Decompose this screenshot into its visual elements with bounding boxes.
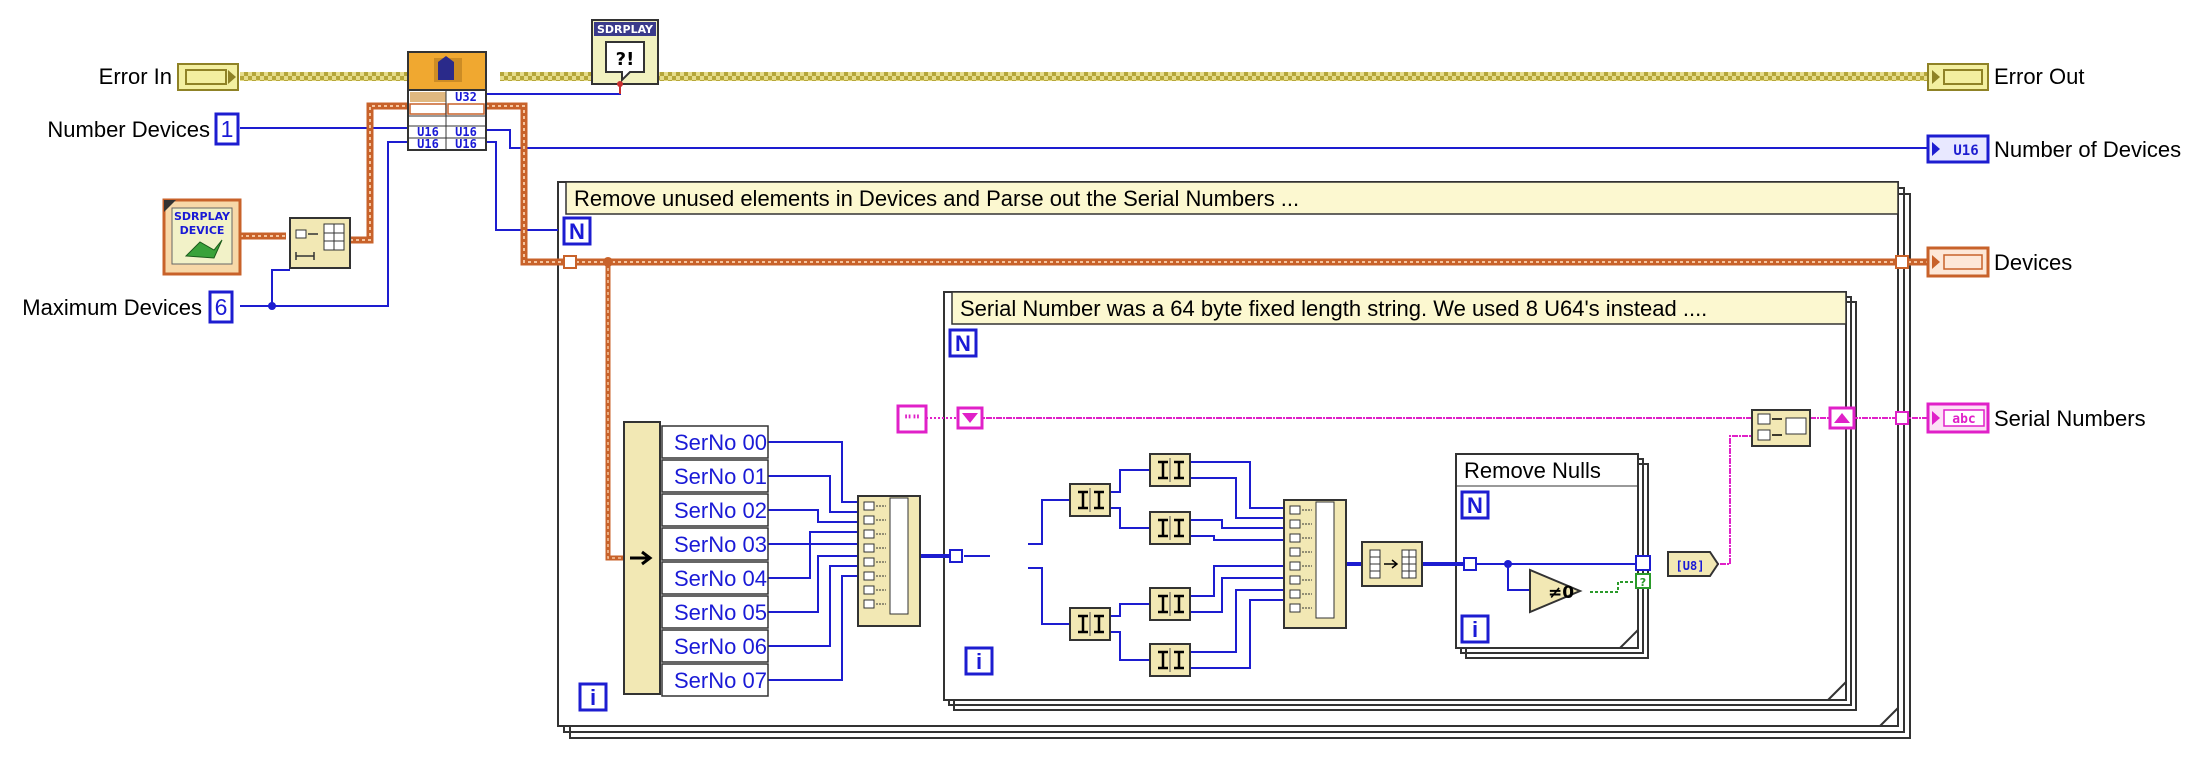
remove-nulls-title-text: Remove Nulls <box>1464 458 1601 483</box>
error-handler-vi[interactable]: SDRPLAY ?! <box>591 19 659 94</box>
nulls-loop-input-tunnel[interactable] <box>1463 557 1477 571</box>
split-number-node[interactable] <box>1149 511 1191 545</box>
number-of-devices-terminal[interactable]: U16 Number of Devices <box>1926 134 2181 164</box>
outer-loop-iteration-terminal: i <box>578 682 608 712</box>
concatenate-strings-node[interactable] <box>1751 409 1811 447</box>
unbundle-item[interactable]: SerNo 05 <box>661 595 769 629</box>
empty-string-text: "" <box>904 413 921 429</box>
unbundle-item-label: SerNo 06 <box>674 634 767 659</box>
error-out-label: Error Out <box>1994 64 2084 89</box>
maximum-devices-terminal[interactable]: Maximum Devices 6 <box>22 290 234 324</box>
empty-string-constant[interactable]: "" <box>896 404 928 434</box>
nulls-loop-i: i <box>1472 617 1478 642</box>
shift-register-right[interactable] <box>1828 406 1856 430</box>
inner-loop-comment: Serial Number was a 64 byte fixed length… <box>951 291 1847 325</box>
unbundle-item[interactable]: SerNo 07 <box>661 663 769 697</box>
unbundle-item[interactable]: SerNo 06 <box>661 629 769 663</box>
devices-terminal[interactable]: Devices <box>1926 246 2072 278</box>
split-number-node[interactable] <box>1149 453 1191 487</box>
array-grid-icon <box>889 497 909 615</box>
unbundle-item-label: SerNo 07 <box>674 668 767 693</box>
outer-loop-comment: Remove unused elements in Devices and Pa… <box>565 181 1899 215</box>
number-devices-terminal[interactable]: Number Devices 1 <box>47 112 240 146</box>
unbundle-item-label: SerNo 04 <box>674 566 767 591</box>
cluster-row-2: U16 <box>417 137 439 151</box>
unbundle-item-label: SerNo 05 <box>674 600 767 625</box>
error-vi-symbol: ?! <box>616 49 635 70</box>
outer-loop-comment-text: Remove unused elements in Devices and Pa… <box>574 186 1299 211</box>
split-number-node[interactable] <box>1149 587 1191 621</box>
number-devices-label: Number Devices <box>47 117 210 142</box>
unbundle-item[interactable]: SerNo 01 <box>661 459 769 493</box>
cluster-row-0: U32 <box>455 90 477 104</box>
inner-loop-iteration-terminal: i <box>964 646 994 676</box>
sdrplay-device-constant[interactable]: SDRPLAY DEVICE <box>162 198 242 276</box>
outer-loop-count-terminal[interactable]: N <box>562 216 592 246</box>
unbundle-item[interactable]: SerNo 04 <box>661 561 769 595</box>
serial-numbers-terminal[interactable]: abc Serial Numbers <box>1926 402 2146 434</box>
byte-array-to-string-node[interactable]: [U8] <box>1667 551 1720 577</box>
number-of-devices-type: U16 <box>1953 143 1978 159</box>
unbundle-item[interactable]: SerNo 03 <box>661 527 769 561</box>
nulls-loop-n: N <box>1467 493 1483 518</box>
error-vi-brand: SDRPLAY <box>597 23 654 36</box>
build-array-node[interactable] <box>857 495 921 627</box>
unbundle-item-label: SerNo 00 <box>674 430 767 455</box>
cluster-row-2b: U16 <box>455 137 477 151</box>
devices-label: Devices <box>1994 250 2072 275</box>
nulls-loop-count-terminal[interactable]: N <box>1460 490 1490 520</box>
error-wire <box>240 72 1928 81</box>
inner-loop-i: i <box>976 649 982 674</box>
unbundle-item[interactable]: SerNo 00 <box>661 425 769 459</box>
build-array-node-2[interactable] <box>1283 499 1347 629</box>
reshape-array-node[interactable] <box>1361 541 1423 587</box>
unbundle-by-name[interactable]: SerNo 00 SerNo 01 SerNo 02 SerNo 03 SerNo 04… <box>623 421 769 697</box>
nulls-junction <box>1504 560 1512 568</box>
number-of-devices-label: Number of Devices <box>1994 137 2181 162</box>
outer-loop-serials-tunnel[interactable] <box>1895 411 1909 425</box>
serial-numbers-label: Serial Numbers <box>1994 406 2146 431</box>
unbundle-item-label: SerNo 01 <box>674 464 767 489</box>
shift-register-left[interactable] <box>956 406 984 430</box>
unbundle-item[interactable]: SerNo 02 <box>661 493 769 527</box>
maximum-devices-label: Maximum Devices <box>22 295 202 320</box>
error-in-label: Error In <box>99 64 172 89</box>
bundle-node[interactable] <box>289 217 351 269</box>
unbundle-item-label: SerNo 03 <box>674 532 767 557</box>
split-number-node[interactable] <box>1149 643 1191 677</box>
block-diagram: Error In Number Devices 1 Maximum Device… <box>22 19 2181 739</box>
error-out-terminal[interactable]: Error Out <box>1927 63 2084 91</box>
error-in-terminal[interactable]: Error In <box>99 63 239 91</box>
maximum-devices-value: 6 <box>215 294 228 320</box>
inner-loop-count-terminal[interactable]: N <box>948 328 978 358</box>
outer-loop-devices-tunnel[interactable] <box>1895 255 1909 269</box>
outer-loop-n: N <box>569 219 585 244</box>
inner-loop-comment-text: Serial Number was a 64 byte fixed length… <box>960 296 1707 321</box>
serial-numbers-type: abc <box>1952 412 1975 427</box>
u8-to-string-text: [U8] <box>1676 559 1705 573</box>
outer-loop-input-tunnel[interactable] <box>563 255 577 269</box>
sdrplay-brand: SDRPLAY <box>174 210 231 223</box>
sdrplay-sub: DEVICE <box>180 224 225 237</box>
compare-text: ≠0 <box>1548 583 1574 603</box>
outer-loop-i: i <box>590 685 596 710</box>
unbundle-item-label: SerNo 02 <box>674 498 767 523</box>
array-grid-icon <box>1315 501 1335 619</box>
split-number-node[interactable] <box>1069 607 1111 641</box>
svg-text:?: ? <box>1640 576 1646 589</box>
split-number-node[interactable] <box>1069 483 1111 517</box>
inner-loop-input-tunnel[interactable] <box>949 549 963 563</box>
number-devices-value: 1 <box>221 116 234 142</box>
nulls-loop-iteration-terminal: i <box>1460 614 1490 644</box>
junction-dot <box>268 302 276 310</box>
device-list-vi[interactable]: U32 U16 U16 U16 U16 <box>407 51 487 151</box>
inner-loop-n: N <box>955 331 971 356</box>
